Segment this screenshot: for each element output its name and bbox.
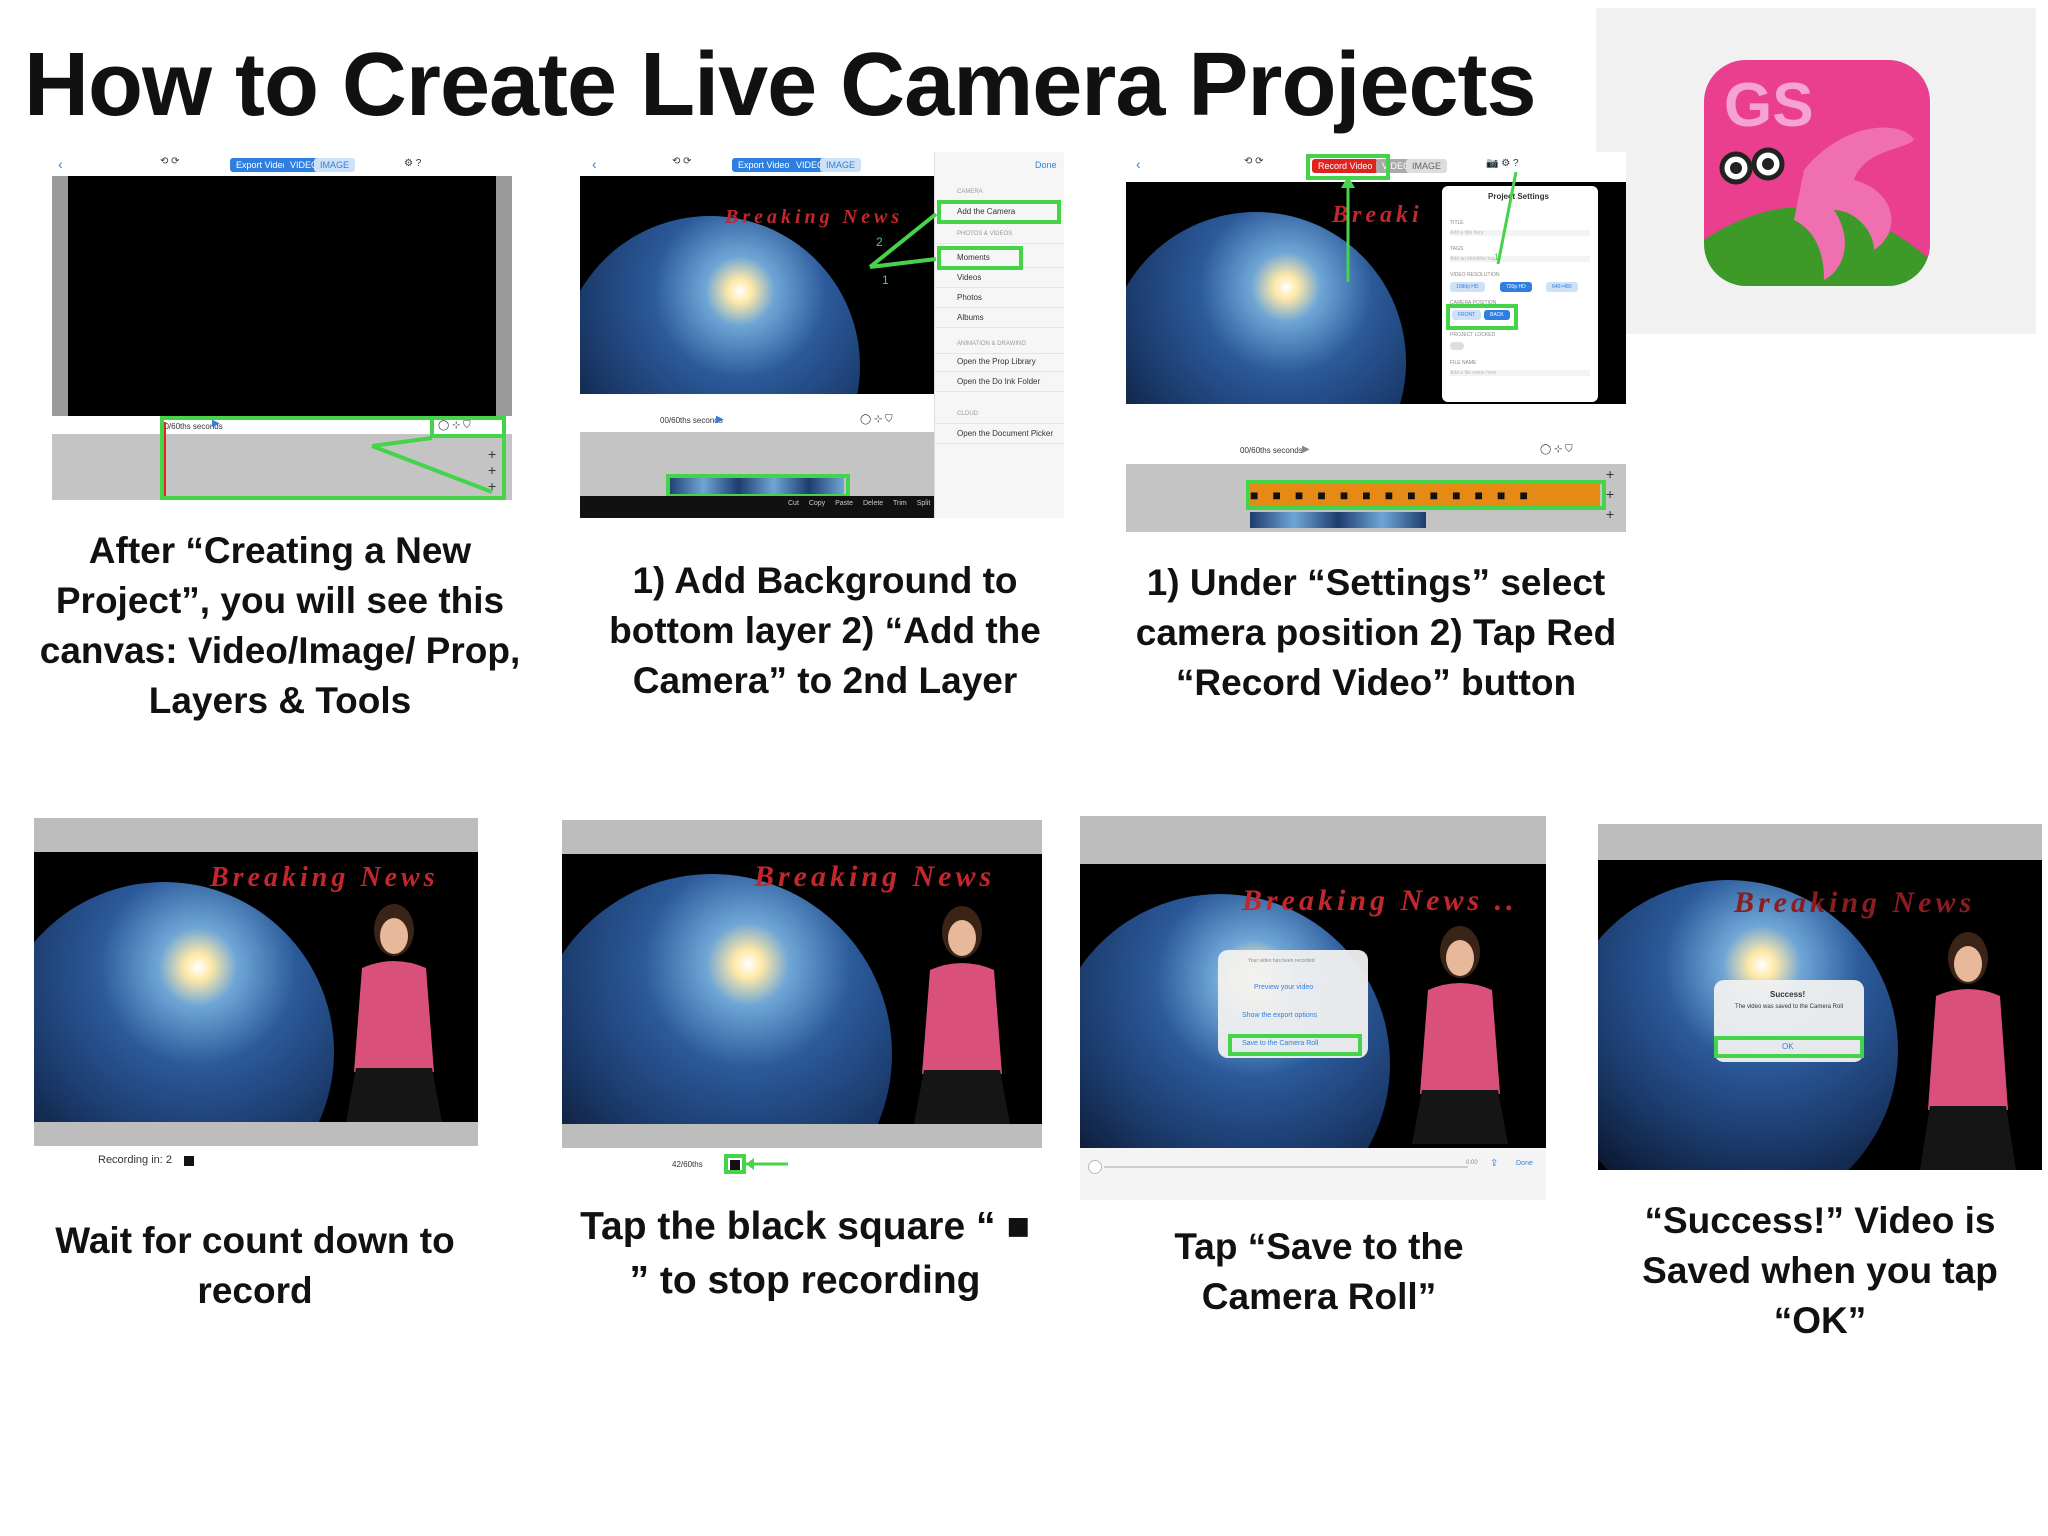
- success-dialog: Success! The video was saved to the Came…: [1714, 980, 1864, 1062]
- share-icon[interactable]: ⇪: [1490, 1158, 1498, 1169]
- svg-text:2: 2: [876, 235, 883, 249]
- camera-preview: Breaking News: [34, 852, 478, 1122]
- green-arrow-icon: [371, 436, 493, 494]
- presenter-girl-icon: [1920, 932, 2016, 1170]
- step7-caption: “Success!” Video is Saved when you tap “…: [1642, 1200, 1998, 1341]
- breaking-news-text: Breaking News: [210, 862, 439, 893]
- page-title: How to Create Live Camera Projects: [24, 35, 1537, 135]
- screenshot-success: Breaking News Success! The video was sav…: [1598, 824, 2042, 1170]
- success-title: Success!: [1770, 990, 1806, 999]
- show-export-options[interactable]: Show the export options: [1242, 1012, 1317, 1019]
- ok-button-highlight: [1714, 1036, 1864, 1058]
- video-preview: Breaking News Success! The video was sav…: [1598, 860, 2042, 1170]
- step4-caption: Wait for count down to record: [55, 1220, 455, 1311]
- preview-video-option[interactable]: Preview your video: [1254, 984, 1313, 991]
- playback-time: 0:00: [1466, 1160, 1478, 1166]
- done-button[interactable]: Done: [1516, 1160, 1533, 1167]
- playback-bar: 0:00 ⇪ Done: [1080, 1148, 1546, 1200]
- green-arrows-icon: 2 1: [868, 212, 938, 287]
- scrubber-knob[interactable]: [1088, 1160, 1102, 1174]
- recording-time: 42/60ths: [672, 1160, 703, 1169]
- breaking-news-text: Breaking News: [1734, 886, 1976, 919]
- export-options-dialog: Your video has been recorded Preview you…: [1218, 950, 1368, 1058]
- green-arrow-icon: [746, 1158, 788, 1170]
- screenshot-save-dialog: Breaking News .. Your video has been rec…: [1080, 816, 1546, 1200]
- svg-text:1: 1: [1494, 252, 1499, 262]
- countdown-text: Recording in: 2: [98, 1154, 172, 1166]
- step2-caption: 1) Add Background to bottom layer 2) “Ad…: [609, 560, 1041, 701]
- step6-caption: Tap “Save to the Camera Roll”: [1174, 1226, 1464, 1317]
- presenter-girl-icon: [1412, 926, 1508, 1144]
- step3-caption: 1) Under “Settings” select camera positi…: [1135, 562, 1617, 703]
- camera-preview: Breaking News: [562, 854, 1042, 1124]
- presenter-girl-icon: [914, 906, 1010, 1124]
- green-arrows-icon: 1: [1341, 171, 1518, 282]
- screenshot-new-project-canvas: ‹ ⟲ ⟳ Export Video VIDEO IMAGE ⚙ ? 00/60…: [52, 152, 512, 500]
- logo-text: GS: [1724, 71, 1814, 140]
- scrubber-track[interactable]: [1104, 1166, 1468, 1168]
- presenter-girl-icon: [346, 904, 442, 1122]
- success-message: The video was saved to the Camera Roll: [1734, 1004, 1844, 1010]
- screenshot-recording: Breaking News 42/60ths: [562, 820, 1042, 1174]
- breaking-news-text: Breaking News ..: [1242, 884, 1518, 917]
- save-option-highlight: [1228, 1034, 1362, 1056]
- breaking-news-text: Breaking News: [754, 860, 996, 893]
- stop-square-icon[interactable]: [184, 1156, 194, 1166]
- screenshot-countdown: Breaking News Recording in: 2: [34, 818, 478, 1172]
- dialog-message: Your video has been recorded: [1248, 958, 1315, 964]
- svg-text:1: 1: [882, 273, 889, 287]
- video-preview: Breaking News .. Your video has been rec…: [1080, 864, 1546, 1148]
- step1-caption: After “Creating a New Project”, you will…: [39, 530, 521, 721]
- screenshot-add-background: ‹ ⟲ ⟳ Export Video VIDEO IMAGE Breaking …: [580, 152, 1064, 518]
- step5-caption: Tap the black square “ ■ ” to stop recor…: [580, 1205, 1030, 1302]
- screenshot-project-settings: ‹ ⟲ ⟳ Record Video VIDEO IMAGE 📷 ⚙ ? Bre…: [1126, 152, 1626, 532]
